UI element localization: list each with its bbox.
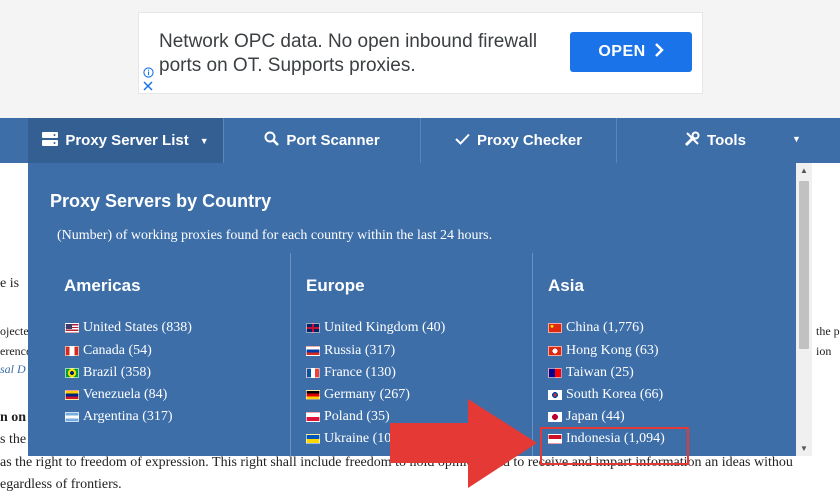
nav-proxy-server-list[interactable]: Proxy Server List ▼ — [28, 118, 224, 163]
dropdown-subtitle: (Number) of working proxies found for ea… — [57, 228, 493, 243]
tools-icon — [684, 131, 700, 151]
country-label: South Korea (66) — [566, 387, 664, 402]
ad-info-icon[interactable] — [143, 67, 154, 81]
ar-flag-icon — [65, 412, 79, 422]
country-label: United States (838) — [83, 320, 192, 335]
check-icon — [455, 132, 470, 149]
nav-proxy-checker[interactable]: Proxy Checker — [421, 118, 617, 163]
country-link[interactable]: Canada (54) — [65, 343, 152, 359]
ua-flag-icon — [306, 434, 320, 444]
nav-label: Port Scanner — [286, 132, 380, 149]
scroll-up-icon[interactable]: ▲ — [800, 166, 808, 175]
country-link[interactable]: Taiwan (25) — [548, 365, 634, 381]
country-label: Russia (317) — [324, 343, 396, 358]
country-label: United Kingdom (40) — [324, 320, 446, 335]
region-europe: Europe — [306, 276, 365, 295]
country-link[interactable]: Japan (44) — [548, 409, 625, 425]
country-label: France (130) — [324, 365, 396, 380]
gb-flag-icon — [306, 323, 320, 333]
nav-label: Proxy Checker — [476, 132, 583, 149]
article-text: egardless of frontiers. — [0, 477, 122, 492]
search-icon — [264, 131, 280, 150]
ad-banner[interactable]: Network OPC data. No open inbound firewa… — [138, 12, 703, 94]
us-flag-icon — [65, 323, 79, 333]
caret-down-icon: ▼ — [199, 135, 209, 146]
country-link[interactable]: France (130) — [306, 365, 396, 381]
br-flag-icon — [65, 368, 79, 378]
country-label: Venezuela (84) — [83, 387, 168, 402]
article-text: the p — [816, 324, 840, 338]
highlight-box — [540, 427, 689, 465]
article-text: erence — [0, 344, 32, 358]
article-link[interactable]: sal D — [0, 362, 26, 377]
article-text: ion — [816, 344, 832, 358]
nav-tools[interactable]: Tools — [617, 118, 813, 163]
country-link[interactable]: United States (838) — [65, 320, 192, 336]
nav-label: Tools — [707, 132, 746, 149]
article-heading: n on — [0, 410, 27, 425]
main-nav: Proxy Server List ▼ Port Scanner Proxy C… — [0, 118, 840, 163]
scrollbar-thumb[interactable] — [799, 181, 809, 349]
country-link[interactable]: Venezuela (84) — [65, 387, 167, 403]
country-label: Canada (54) — [83, 343, 152, 358]
ad-open-button[interactable]: OPEN — [570, 32, 692, 72]
column-divider — [290, 253, 291, 456]
pl-flag-icon — [306, 412, 320, 422]
article-text: e is — [0, 276, 20, 291]
country-label: Taiwan (25) — [566, 365, 634, 380]
nav-port-scanner[interactable]: Port Scanner — [224, 118, 421, 163]
country-label: Brazil (358) — [83, 365, 152, 380]
de-flag-icon — [306, 390, 320, 400]
country-link[interactable]: Hong Kong (63) — [548, 343, 659, 359]
nav-label: Proxy Server List — [65, 132, 189, 149]
country-link[interactable]: Poland (35) — [306, 409, 390, 425]
cn-flag-icon — [548, 323, 562, 333]
hk-flag-icon — [548, 346, 562, 356]
country-link[interactable]: Argentina (317) — [65, 409, 173, 425]
country-link[interactable]: China (1,776) — [548, 320, 644, 336]
ru-flag-icon — [306, 346, 320, 356]
country-link[interactable]: Ukraine (102) — [306, 431, 403, 447]
caret-down-icon: ▼ — [792, 134, 801, 144]
country-link[interactable]: Russia (317) — [306, 343, 395, 359]
kr-flag-icon — [548, 390, 562, 400]
article-text: s the — [0, 432, 27, 447]
tw-flag-icon — [548, 368, 562, 378]
region-asia: Asia — [548, 276, 584, 295]
country-link[interactable]: Brazil (358) — [65, 365, 151, 381]
chevron-right-icon — [654, 42, 664, 62]
country-label: Poland (35) — [324, 409, 390, 424]
jp-flag-icon — [548, 412, 562, 422]
country-link[interactable]: United Kingdom (40) — [306, 320, 445, 336]
ca-flag-icon — [65, 346, 79, 356]
dropdown-scrollbar[interactable]: ▲ ▼ — [796, 163, 812, 456]
dropdown-title: Proxy Servers by Country — [50, 191, 272, 211]
ve-flag-icon — [65, 390, 79, 400]
red-arrow-icon — [390, 399, 537, 488]
ad-open-label: OPEN — [598, 43, 646, 60]
country-label: Argentina (317) — [83, 409, 173, 424]
country-label: Hong Kong (63) — [566, 343, 659, 358]
ad-close-icon[interactable] — [143, 80, 153, 94]
country-label: Japan (44) — [566, 409, 625, 424]
ad-text: Network OPC data. No open inbound firewa… — [159, 31, 538, 76]
scroll-down-icon[interactable]: ▼ — [800, 444, 808, 453]
country-link[interactable]: South Korea (66) — [548, 387, 663, 403]
server-icon — [42, 131, 59, 150]
region-americas: Americas — [64, 276, 141, 295]
fr-flag-icon — [306, 368, 320, 378]
country-label: China (1,776) — [566, 320, 644, 335]
